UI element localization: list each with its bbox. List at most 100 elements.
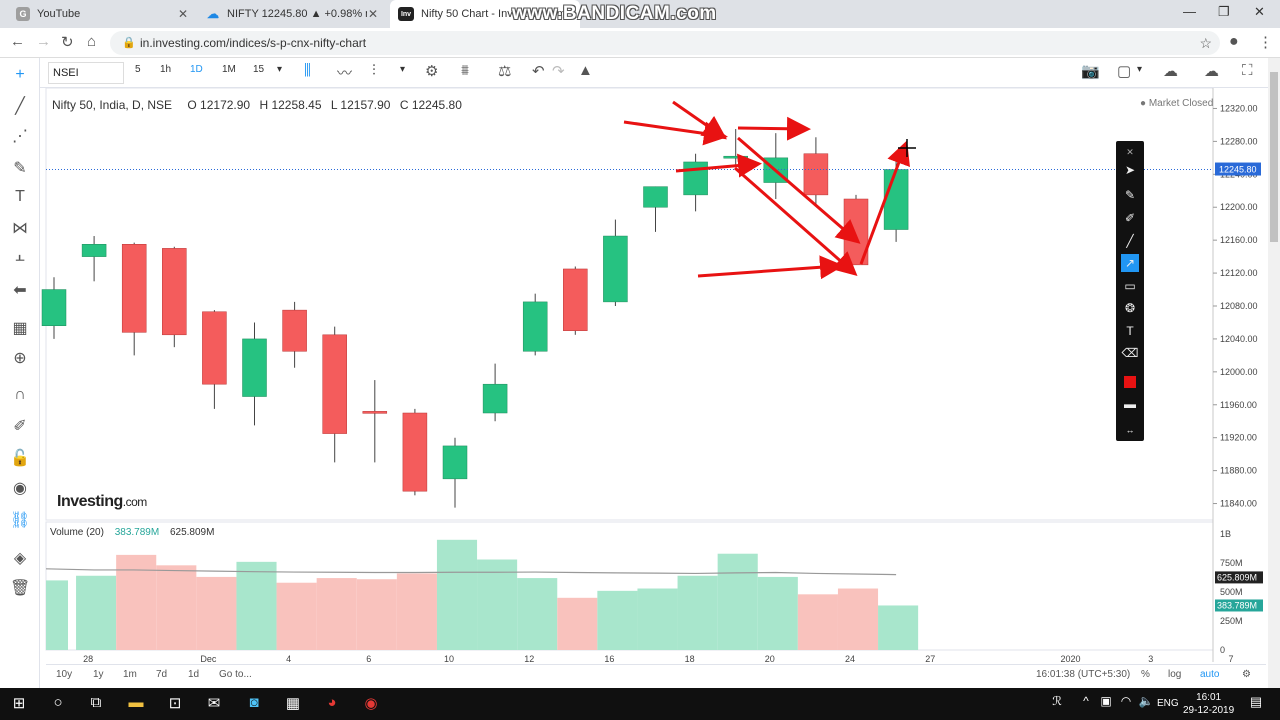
volume-icon[interactable]: 🔈: [1134, 694, 1158, 708]
time-tick-label: 16: [604, 654, 614, 664]
line-icon[interactable]: ╱: [1121, 232, 1139, 250]
candle-body: [482, 383, 508, 414]
page-scrollbar[interactable]: [1268, 58, 1280, 688]
price-tick-label: 12120.00: [1220, 268, 1258, 278]
candle-body: [202, 311, 227, 385]
candle-body: [242, 338, 267, 397]
candle-body: [683, 161, 708, 196]
volume-bar: [396, 573, 437, 650]
price-tick-label: 12160.00: [1220, 235, 1258, 245]
volume-tick-label: 1B: [1220, 529, 1231, 539]
volume-bar: [597, 590, 638, 650]
candle-body: [883, 169, 909, 230]
volume-tick-label: 0: [1220, 645, 1225, 655]
candle-body: [282, 309, 307, 352]
price-tick-label: 12280.00: [1220, 136, 1258, 146]
volume-tick-label: 750M: [1220, 558, 1243, 568]
pen-icon[interactable]: ✎: [1121, 186, 1139, 204]
candle-body: [723, 155, 748, 159]
time-tick-label: 6: [366, 654, 371, 664]
palette-close-icon[interactable]: ✕: [1121, 143, 1139, 161]
price-tick-label: 11880.00: [1220, 466, 1257, 476]
drawing-palette: ✕ ➤ ✎ ✐ ╱ ↗ ▭ ❂ T ⌫ ▬ ↔: [1116, 141, 1144, 441]
percent-toggle[interactable]: %: [1141, 669, 1150, 680]
clock-date: 29-12-2019: [1183, 705, 1235, 716]
highlight-icon[interactable]: ❂: [1121, 299, 1139, 317]
volume-bar: [878, 605, 919, 650]
cursor-icon[interactable]: ➤: [1121, 161, 1139, 179]
eraser-icon[interactable]: ⌫: [1121, 344, 1139, 362]
calculator-icon[interactable]: ▦: [281, 694, 305, 712]
time-tick-label: 28: [83, 654, 93, 664]
price-tick-label: 11920.00: [1220, 433, 1257, 443]
windows-taskbar: ⊞ ○ ⧉ ▬ ⊡ ✉ ◙ ▦ ◕ ◉ ℛ ^ ▣ ◠ 🔈 ENG 16:01 …: [0, 688, 1280, 720]
volume-bar: [797, 594, 838, 650]
price-tick-label: 12320.00: [1220, 103, 1258, 113]
candle-body: [643, 186, 668, 208]
timezone-time[interactable]: 16:01:38 (UTC+5:30): [1036, 669, 1130, 680]
time-tick-label: 3: [1148, 654, 1153, 664]
candle-body: [563, 268, 588, 331]
notifications-icon[interactable]: ▤: [1244, 694, 1268, 710]
go-to-date[interactable]: Go to...: [219, 669, 252, 680]
system-clock[interactable]: 16:01 29-12-2019: [1183, 691, 1234, 717]
logo-suffix: .com: [122, 495, 148, 509]
range-1y[interactable]: 1y: [93, 669, 104, 680]
candle-body: [322, 334, 347, 434]
candle-body: [402, 412, 428, 492]
price-tick-label: 11840.00: [1220, 499, 1257, 509]
bandicam-icon[interactable]: ◉: [359, 694, 383, 712]
settings-gear-icon[interactable]: ⚙: [1242, 669, 1251, 680]
color-swatch[interactable]: [1121, 373, 1139, 391]
range-bar: 10y 1y 1m 7d 1d Go to... 16:01:38 (UTC+5…: [46, 664, 1266, 686]
time-tick-label: Dec: [200, 654, 217, 664]
scroll-thumb[interactable]: [1270, 72, 1278, 242]
volume-bar: [236, 561, 277, 650]
candle-body: [162, 248, 187, 336]
time-tick-label: 18: [685, 654, 695, 664]
annotation-arrow: [737, 116, 811, 141]
candle-body: [442, 445, 468, 480]
people-icon[interactable]: ℛ: [1045, 694, 1069, 708]
price-pane: [45, 87, 1214, 521]
task-view-icon[interactable]: ⧉: [84, 694, 108, 711]
search-icon[interactable]: ○: [46, 694, 70, 711]
range-10y[interactable]: 10y: [56, 669, 72, 680]
volume-bar: [156, 565, 197, 650]
volume-bar: [276, 582, 317, 650]
market-status: ● Market Closed: [1140, 98, 1214, 109]
store-icon[interactable]: ⊡: [163, 694, 187, 712]
volume-legend: Volume (20) 383.789M 625.809M: [50, 527, 214, 538]
volume-bar: [557, 597, 598, 650]
expand-icon[interactable]: ↔: [1121, 421, 1139, 439]
file-explorer-icon[interactable]: ▬: [124, 694, 148, 711]
volume-tick-label: 500M: [1220, 587, 1243, 597]
language-indicator[interactable]: ENG: [1157, 698, 1179, 709]
volume-ma-value: 625.809M: [169, 527, 215, 538]
auto-toggle[interactable]: auto: [1200, 669, 1219, 680]
volume-bar: [436, 539, 478, 650]
time-tick-label: 10: [444, 654, 454, 664]
price-tick-label: 11960.00: [1220, 400, 1257, 410]
log-toggle[interactable]: log: [1168, 669, 1181, 680]
time-tick-label: 27: [925, 654, 935, 664]
time-tick-label: 24: [845, 654, 855, 664]
range-1d[interactable]: 1d: [188, 669, 199, 680]
rectangle-icon[interactable]: ▭: [1121, 277, 1139, 295]
volume-bar: [477, 559, 518, 650]
whatsapp-icon[interactable]: ◙: [242, 694, 266, 711]
chrome-icon[interactable]: ◕: [320, 694, 344, 711]
candle-body: [362, 411, 388, 414]
range-7d[interactable]: 7d: [156, 669, 167, 680]
range-1m[interactable]: 1m: [123, 669, 137, 680]
stroke-width-icon[interactable]: ▬: [1121, 395, 1139, 413]
volume-bar: [196, 576, 237, 650]
time-tick-label: 4: [286, 654, 291, 664]
arrow-tool-icon[interactable]: ↗: [1121, 254, 1139, 272]
mail-icon[interactable]: ✉: [202, 694, 226, 712]
text-tool-icon[interactable]: T: [1121, 322, 1139, 340]
volume-bar: [837, 588, 879, 650]
windows-start-icon[interactable]: ⊞: [7, 694, 31, 712]
legend-high: H 12258.45: [259, 98, 322, 112]
marker-icon[interactable]: ✐: [1121, 209, 1139, 227]
